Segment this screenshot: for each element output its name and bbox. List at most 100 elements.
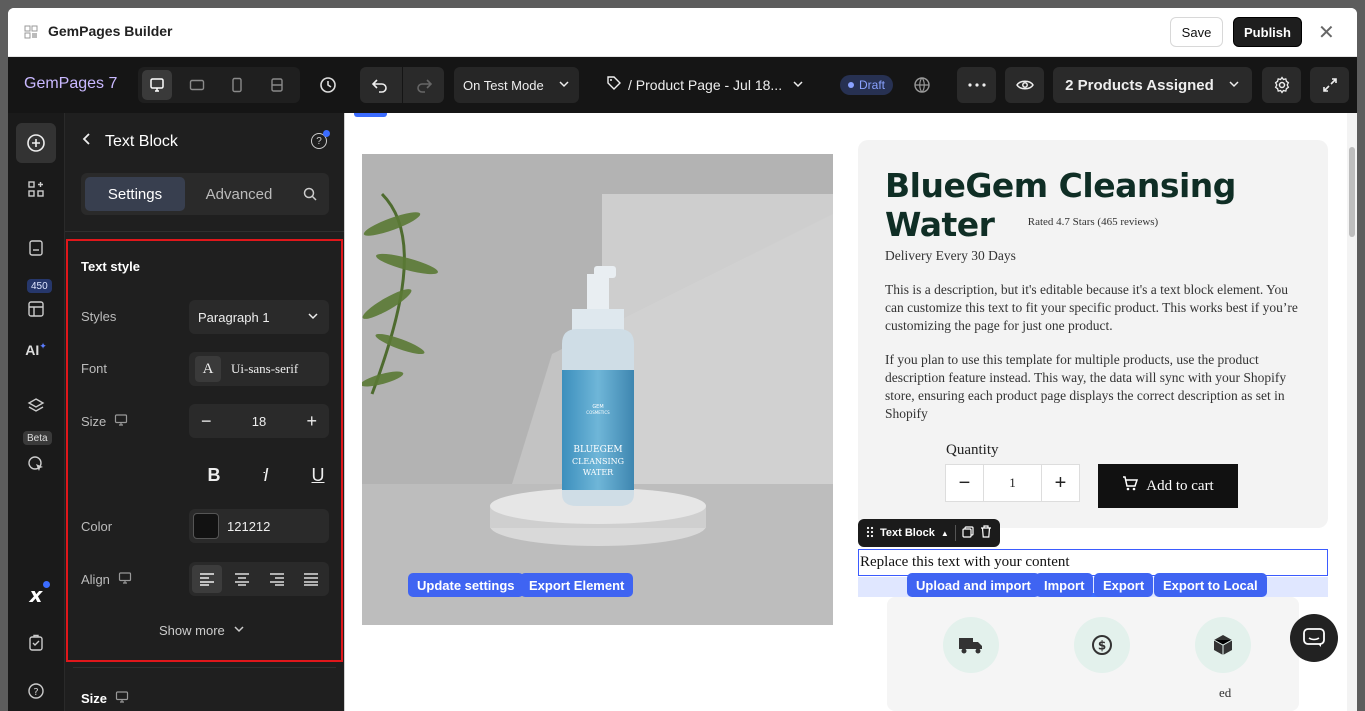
- color-picker[interactable]: 121212: [189, 509, 329, 543]
- save-button[interactable]: Save: [1170, 17, 1223, 47]
- export-to-local-button[interactable]: Export to Local: [1154, 573, 1267, 597]
- x-integration-icon[interactable]: 𝙭: [16, 575, 56, 615]
- preview-eye-icon[interactable]: [1005, 67, 1044, 103]
- settings-panel: Text Block ? Settings Advanced Text styl…: [65, 113, 344, 711]
- back-chevron-icon[interactable]: [81, 132, 91, 151]
- desktop-device-icon: [114, 413, 128, 430]
- section-title-text-style: Text style: [81, 259, 141, 274]
- ai-assistant-icon[interactable]: AI ✦: [16, 330, 56, 370]
- align-label-row: Align: [81, 571, 132, 588]
- bottle-label: BLUEGEM: [573, 445, 622, 455]
- product-image[interactable]: GEM COSMETICS BLUEGEM CLEANSING WATER: [362, 154, 833, 625]
- font-value: Ui-sans-serif: [231, 361, 299, 376]
- page-sections-icon[interactable]: [16, 233, 56, 263]
- export-element-button[interactable]: Export Element: [520, 573, 634, 597]
- mobile-device-icon[interactable]: [222, 70, 252, 100]
- undo-icon[interactable]: [370, 75, 390, 95]
- history-icon[interactable]: [318, 75, 338, 95]
- canvas-top-indicator: [354, 113, 387, 117]
- update-settings-button[interactable]: Update settings: [408, 573, 524, 597]
- text-block-chip-label[interactable]: Text Block: [880, 527, 935, 539]
- underline-icon[interactable]: U: [303, 465, 333, 486]
- product-description-1[interactable]: This is a description, but it's editable…: [885, 281, 1305, 335]
- publish-button[interactable]: Publish: [1233, 17, 1302, 47]
- product-info-card: BlueGem Cleansing Water Rated 4.7 Stars …: [858, 140, 1328, 528]
- checklist-icon[interactable]: [16, 623, 56, 663]
- styles-select[interactable]: Paragraph 1: [189, 300, 329, 334]
- page-canvas: GEM COSMETICS BLUEGEM CLEANSING WATER Bl…: [344, 113, 1357, 711]
- align-label: Align: [81, 572, 110, 587]
- size-section-row: Size: [81, 690, 129, 707]
- responsive-icon[interactable]: [262, 70, 292, 100]
- align-center-icon[interactable]: [227, 565, 257, 593]
- close-icon[interactable]: ✕: [1318, 20, 1335, 45]
- add-to-cart-button[interactable]: Add to cart: [1098, 464, 1238, 508]
- fullscreen-expand-icon[interactable]: [1310, 67, 1349, 103]
- tab-settings[interactable]: Settings: [85, 177, 185, 211]
- tablet-landscape-icon[interactable]: [182, 70, 212, 100]
- scrollbar-thumb[interactable]: [1349, 147, 1355, 237]
- status-badge: Draft: [840, 75, 894, 95]
- product-rating[interactable]: Rated 4.7 Stars (465 reviews): [858, 216, 1328, 228]
- quantity-value[interactable]: 1: [984, 465, 1041, 501]
- align-justify-icon[interactable]: [296, 565, 326, 593]
- svg-text:?: ?: [33, 687, 38, 698]
- templates-icon[interactable]: [16, 283, 56, 321]
- more-options-icon[interactable]: [957, 67, 996, 103]
- export-button[interactable]: Export: [1094, 573, 1154, 597]
- globe-icon[interactable]: [912, 75, 932, 95]
- show-more-button[interactable]: Show more: [159, 623, 245, 638]
- ai-label: AI: [25, 342, 40, 358]
- search-icon[interactable]: [295, 177, 325, 211]
- align-right-icon[interactable]: [262, 565, 292, 593]
- apps-grid-icon[interactable]: [16, 169, 56, 209]
- quantity-label: Quantity: [946, 442, 999, 458]
- size-section-title: Size: [81, 691, 108, 706]
- font-select[interactable]: A Ui-sans-serif: [189, 352, 329, 386]
- delete-trash-icon[interactable]: [980, 525, 992, 541]
- chevron-down-icon: [307, 310, 319, 325]
- gempages-logo-icon: [24, 25, 38, 39]
- align-group: [189, 562, 329, 596]
- layers-icon[interactable]: [16, 386, 56, 426]
- drag-handle-icon[interactable]: [866, 526, 874, 541]
- redo-icon[interactable]: [414, 75, 434, 95]
- font-a-icon: A: [195, 356, 221, 382]
- settings-gear-icon[interactable]: [1262, 67, 1301, 103]
- vertical-scrollbar[interactable]: [1347, 113, 1357, 711]
- tab-advanced[interactable]: Advanced: [189, 177, 289, 211]
- add-element-icon[interactable]: [16, 123, 56, 163]
- duplicate-icon[interactable]: [962, 525, 974, 541]
- desktop-device-icon[interactable]: [142, 70, 172, 100]
- bold-icon[interactable]: B: [199, 465, 229, 486]
- help-icon[interactable]: ?: [311, 130, 330, 149]
- upload-and-import-button[interactable]: Upload and import: [907, 573, 1040, 597]
- desktop-device-icon: [115, 690, 129, 707]
- test-mode-dropdown[interactable]: On Test Mode: [454, 67, 579, 103]
- text-block[interactable]: Replace this text with your content: [858, 549, 1328, 576]
- align-left-icon[interactable]: [192, 565, 222, 593]
- truck-icon: [943, 617, 999, 673]
- products-assigned-dropdown[interactable]: 2 Products Assigned: [1053, 67, 1252, 103]
- chevron-down-icon: [558, 78, 570, 93]
- italic-icon[interactable]: I: [251, 465, 281, 486]
- product-description-2[interactable]: If you plan to use this template for mul…: [885, 351, 1305, 423]
- device-switcher: [138, 67, 300, 103]
- help-circle-icon[interactable]: ?: [16, 671, 56, 711]
- chat-support-icon[interactable]: [1290, 614, 1338, 662]
- products-assigned-label: 2 Products Assigned: [1065, 76, 1214, 94]
- product-title[interactable]: BlueGem Cleansing Water: [885, 166, 1328, 244]
- plus-icon[interactable]: +: [306, 411, 317, 432]
- title-bar: GemPages Builder Save Publish ✕: [8, 8, 1357, 57]
- pointer-target-icon[interactable]: [16, 438, 56, 478]
- import-button[interactable]: Import: [1035, 573, 1094, 597]
- page-name: / Product Page - Jul 18...: [628, 76, 783, 93]
- caret-up-icon[interactable]: ▲: [941, 529, 949, 538]
- minus-icon[interactable]: −: [946, 465, 984, 501]
- color-swatch[interactable]: [193, 513, 219, 539]
- delivery-text[interactable]: Delivery Every 30 Days: [885, 247, 1305, 265]
- show-more-label: Show more: [159, 623, 225, 638]
- page-name-dropdown[interactable]: / Product Page - Jul 18...: [606, 75, 804, 94]
- plus-icon[interactable]: +: [1041, 465, 1079, 501]
- color-value[interactable]: 121212: [227, 519, 270, 534]
